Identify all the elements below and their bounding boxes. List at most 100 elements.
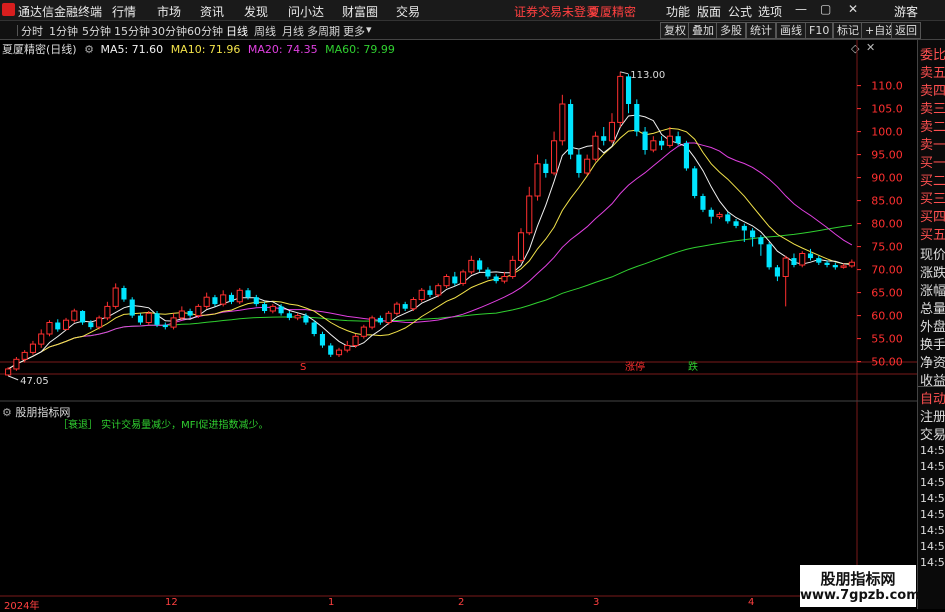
candle-body-up: [551, 140, 558, 174]
date-label: 3: [593, 597, 600, 608]
candle-body-down: [162, 324, 168, 328]
candle-body-up: [584, 158, 591, 174]
rp-buy2: 买二: [920, 174, 945, 189]
period-day[interactable]: 日线: [226, 23, 248, 39]
candle-body-down: [634, 104, 640, 132]
period-5min[interactable]: 5分钟: [82, 23, 111, 39]
guest-label[interactable]: 游客: [894, 3, 918, 20]
candle-body-up: [344, 345, 351, 351]
candle-body-down: [824, 262, 830, 265]
candle-body-down: [137, 315, 144, 323]
candle-body-up: [62, 319, 70, 330]
price-tick-label: 75.00: [871, 241, 903, 254]
kline-chart[interactable]: 110.0 105.0 100.0 95.00 90.00 85.00 80.00 75.00…: [0, 40, 917, 597]
candle-body-up: [410, 299, 417, 310]
candle-body-down: [741, 225, 747, 231]
menu-banmian[interactable]: 版面: [697, 3, 721, 20]
period-more[interactable]: 更多: [343, 23, 365, 39]
rp-buy5: 买五: [920, 228, 945, 243]
period-60min[interactable]: 60分钟: [187, 23, 223, 39]
menu-jiaoyi[interactable]: 交易: [396, 3, 420, 20]
menu-zixun[interactable]: 资讯: [200, 3, 224, 20]
watermark-url: www.7gpzb.com: [800, 588, 920, 603]
candle-body-down: [683, 143, 689, 169]
period-1min[interactable]: 1分钟: [49, 23, 78, 39]
candle-body-down: [725, 214, 731, 222]
date-axis: 2024年 12 1 2 3 4: [0, 597, 917, 612]
candle-body-up: [559, 103, 566, 142]
draw-line-button[interactable]: 画线: [776, 22, 806, 39]
candle-body-down: [303, 315, 309, 323]
date-label: 1: [328, 597, 335, 608]
indicator-signal-text: ［衰退］ 实计交易量减少，MFI促进指数减少。: [58, 420, 269, 431]
period-divider: [17, 25, 18, 36]
candle-body-down: [750, 230, 756, 238]
login-warning[interactable]: 证券交易未登录: [514, 3, 598, 20]
period-multi[interactable]: 多周期: [307, 23, 340, 39]
menu-caifuquan[interactable]: 财富圈: [342, 3, 378, 20]
candle-body-up: [29, 343, 37, 353]
back-button[interactable]: 返回: [891, 22, 921, 39]
fuquan-button[interactable]: 复权: [660, 22, 690, 39]
menu-xuanxiang[interactable]: 选项: [758, 3, 782, 20]
date-label: 2024年: [4, 601, 40, 612]
period-week[interactable]: 周线: [254, 23, 276, 39]
menu-gongneng[interactable]: 功能: [666, 3, 690, 20]
candle-body-up: [393, 303, 400, 314]
menu-wenxiaoda[interactable]: 问小达: [288, 3, 324, 20]
rp-zhangfu: 涨幅: [920, 284, 945, 299]
candle-body-down: [485, 269, 491, 277]
period-month[interactable]: 月线: [282, 23, 304, 39]
candle-body-down: [286, 313, 292, 318]
candle-body-up: [13, 358, 20, 370]
rp-mai2: 卖二: [920, 120, 945, 135]
menu-gongshi[interactable]: 公式: [728, 3, 752, 20]
candle-body-down: [832, 265, 838, 268]
menu-faxian[interactable]: 发现: [244, 3, 268, 20]
close-icon[interactable]: ✕: [848, 2, 858, 16]
rp-tab-register[interactable]: 注册: [920, 406, 945, 425]
period-30min[interactable]: 30分钟: [151, 23, 187, 39]
candle-body-up: [269, 305, 276, 312]
candle-body-down: [642, 131, 648, 150]
candle-body-down: [576, 154, 582, 173]
rp-waipan: 外盘: [920, 320, 945, 335]
price-tick-label: 85.00: [871, 195, 903, 208]
rp-time: 14:56: [920, 476, 945, 489]
candle-body-down: [543, 163, 549, 173]
period-15min[interactable]: 15分钟: [114, 23, 150, 39]
date-label: 12: [165, 597, 178, 608]
menu-shichang[interactable]: 市场: [157, 3, 181, 20]
candle-body-up: [335, 349, 343, 356]
rp-tab-trade[interactable]: 交易: [920, 424, 945, 443]
candle-body-down: [452, 276, 458, 284]
indicator-gear-icon[interactable]: ⚙: [2, 406, 12, 419]
f10-button[interactable]: F10: [805, 22, 834, 39]
candle-body-down: [55, 322, 61, 330]
candle-body-down: [477, 260, 483, 270]
low-price-label: 47.05: [20, 376, 49, 387]
candle-body-down: [675, 136, 681, 144]
candle-body-up: [195, 305, 202, 317]
more-chevron-icon[interactable]: ▾: [366, 23, 372, 36]
rp-tab-auto[interactable]: 自动: [920, 388, 945, 407]
mark-button[interactable]: 标记: [833, 22, 863, 39]
overlay-button[interactable]: 叠加: [688, 22, 718, 39]
maximize-icon[interactable]: ▢: [820, 2, 831, 16]
candle-body-up: [21, 351, 28, 360]
multi-stock-button[interactable]: 多股: [716, 22, 746, 39]
menu-hangqing[interactable]: 行情: [112, 3, 136, 20]
period-fenshi[interactable]: 分时: [21, 23, 43, 39]
date-label: 4: [748, 597, 755, 608]
price-tick-label: 100.0: [871, 126, 903, 139]
candle-body-up: [220, 294, 227, 305]
candle-body-up: [352, 335, 359, 346]
minimize-icon[interactable]: —: [795, 2, 807, 16]
date-label: 2: [458, 597, 465, 608]
candle-body-down: [319, 334, 326, 346]
candle-body-up: [294, 315, 301, 319]
rp-time: 14:56: [920, 524, 945, 537]
candle-body-down: [228, 294, 235, 302]
candle-body-down: [493, 276, 499, 282]
stats-button[interactable]: 统计: [746, 22, 776, 39]
